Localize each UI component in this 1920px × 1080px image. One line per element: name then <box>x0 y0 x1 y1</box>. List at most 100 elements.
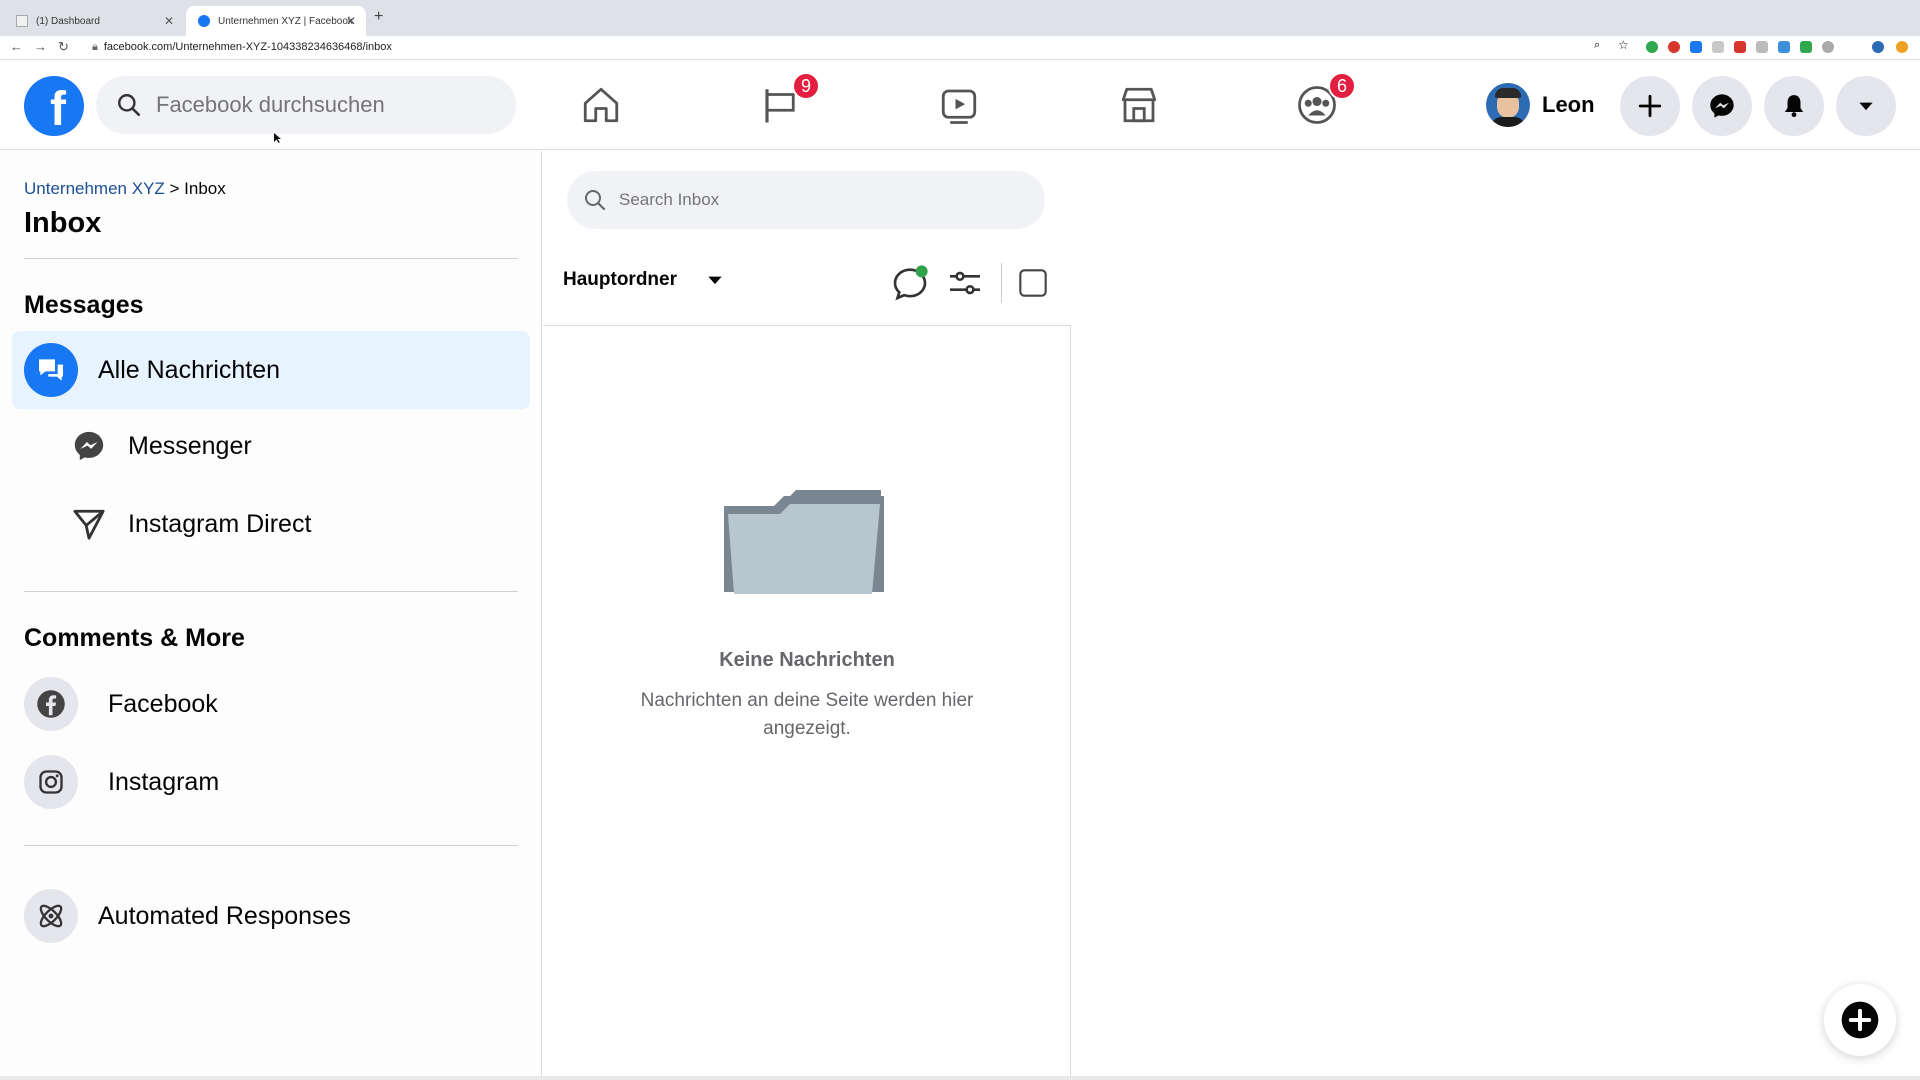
home-icon <box>583 87 619 123</box>
empty-state-description: Nachrichten an deine Seite werden hier a… <box>640 690 974 739</box>
facebook-logo[interactable]: f <box>24 76 84 136</box>
tab-label: (1) Dashboard <box>36 15 100 27</box>
empty-state-title: Keine Nachrichten <box>719 649 895 671</box>
browser-tab-facebook[interactable]: Unternehmen XYZ | Facebook ✕ <box>186 6 366 36</box>
search-icon <box>118 94 141 117</box>
extension-icon[interactable] <box>1690 41 1702 53</box>
account-menu-button[interactable] <box>1836 76 1896 136</box>
pages-badge: 9 <box>792 72 820 100</box>
create-button[interactable] <box>1620 76 1680 136</box>
sidebar-item-automated-responses[interactable]: Automated Responses <box>24 889 351 943</box>
extension-icon[interactable] <box>1734 41 1746 53</box>
dashboard-favicon-icon <box>16 15 28 27</box>
comments-heading: Comments & More <box>24 624 245 652</box>
bell-icon <box>1784 95 1804 118</box>
inbox-list-panel: Hauptordner Keine Nachrichten Nachrichte… <box>543 151 1071 1080</box>
inbox-search-input[interactable] <box>619 190 999 210</box>
divider <box>24 591 518 592</box>
extension-icon[interactable] <box>1756 41 1768 53</box>
sidebar-item-facebook[interactable]: Facebook <box>24 677 218 731</box>
close-icon[interactable]: ✕ <box>346 14 356 28</box>
messenger-icon <box>1710 94 1734 118</box>
profile-avatar-icon[interactable] <box>1872 41 1884 53</box>
bookmark-star-icon[interactable]: ☆ <box>1618 38 1630 52</box>
search-icon <box>585 190 606 211</box>
checkbox-icon <box>1019 269 1047 297</box>
inbox-search-box[interactable] <box>567 171 1045 229</box>
chat-bubbles-icon <box>24 343 78 397</box>
address-bar: ← → ↻ 🔒︎ facebook.com/Unternehmen-XYZ-104… <box>0 36 1920 60</box>
facebook-header: f 9 6 Leon <box>0 60 1920 150</box>
forward-icon[interactable]: → <box>34 39 47 54</box>
breadcrumb-current: Inbox <box>184 179 226 198</box>
url-field[interactable]: 🔒︎ facebook.com/Unternehmen-XYZ-104338234… <box>92 41 392 54</box>
sidebar-item-label: Alle Nachrichten <box>98 355 281 384</box>
facebook-search-input[interactable] <box>156 92 476 118</box>
filter-button[interactable] <box>945 263 985 308</box>
window-bottom-edge <box>0 1076 1920 1080</box>
sidebar-item-label: Instagram <box>108 767 220 796</box>
divider <box>543 325 1071 326</box>
chat-online-icon <box>893 265 928 301</box>
caret-down-icon <box>708 276 722 285</box>
tab-label: Unternehmen XYZ | Facebook <box>218 15 353 27</box>
plus-circle-icon <box>1841 1001 1879 1039</box>
marketplace-shop-icon <box>1121 87 1157 123</box>
url-text: facebook.com/Unternehmen-XYZ-10433823463… <box>103 41 392 53</box>
sidebar-item-instagram-direct[interactable]: Instagram Direct <box>72 497 311 551</box>
breadcrumb-page-link[interactable]: Unternehmen XYZ <box>24 179 165 198</box>
facebook-search-box[interactable] <box>96 76 516 134</box>
sidebar-item-all-messages[interactable]: Alle Nachrichten <box>12 331 530 409</box>
browser-tab-dashboard[interactable]: (1) Dashboard ✕ <box>4 6 184 36</box>
groups-nav-button[interactable]: 6 <box>1292 72 1356 130</box>
zoom-icon[interactable]: ⌕ <box>1594 39 1606 51</box>
home-nav-button[interactable] <box>576 80 626 130</box>
watch-nav-button[interactable] <box>934 80 984 130</box>
instagram-icon <box>24 755 78 809</box>
back-icon[interactable]: ← <box>10 39 23 54</box>
sidebar-item-instagram[interactable]: Instagram <box>24 755 219 809</box>
messenger-icon <box>74 431 104 461</box>
extension-icon[interactable] <box>1668 41 1680 53</box>
new-message-button[interactable] <box>1824 984 1896 1056</box>
chat-status-button[interactable] <box>890 263 930 308</box>
logo-letter: f <box>50 83 66 136</box>
pages-nav-button[interactable]: 9 <box>756 72 820 130</box>
sliders-filter-icon <box>950 271 980 295</box>
new-tab-icon[interactable]: + <box>374 8 383 26</box>
lock-icon: 🔒︎ <box>92 41 98 53</box>
paper-plane-icon <box>73 509 105 540</box>
extension-icon[interactable] <box>1712 41 1724 53</box>
notifications-button[interactable] <box>1764 76 1824 136</box>
inbox-sidebar: Unternehmen XYZ > Inbox Inbox Messages A… <box>0 151 542 1080</box>
sidebar-item-label: Instagram Direct <box>128 509 312 538</box>
extension-icon[interactable] <box>1778 41 1790 53</box>
reload-icon[interactable]: ↻ <box>58 39 69 55</box>
messages-heading: Messages <box>24 291 144 319</box>
marketplace-nav-button[interactable] <box>1114 80 1164 130</box>
page-title: Inbox <box>24 207 102 239</box>
extension-icon[interactable] <box>1822 41 1834 53</box>
mouse-cursor-icon <box>274 133 281 143</box>
folder-dropdown[interactable]: Hauptordner <box>563 269 725 291</box>
watch-video-icon <box>941 89 977 124</box>
extension-icon[interactable] <box>1646 41 1658 53</box>
conversation-panel <box>1071 151 1920 1080</box>
browser-tabbar: (1) Dashboard ✕ Unternehmen XYZ | Facebo… <box>0 0 1920 36</box>
close-icon[interactable]: ✕ <box>164 14 174 28</box>
folder-label: Hauptordner <box>563 269 677 290</box>
plus-icon <box>1638 94 1662 118</box>
divider <box>24 258 518 259</box>
profile-button[interactable]: Leon <box>1486 82 1595 128</box>
select-all-checkbox[interactable] <box>1017 267 1049 304</box>
sidebar-item-label: Messenger <box>128 431 252 460</box>
update-icon[interactable] <box>1896 41 1908 53</box>
automation-atom-icon <box>24 889 78 943</box>
facebook-favicon-icon <box>198 15 210 27</box>
extension-icon[interactable] <box>1800 41 1812 53</box>
facebook-icon <box>24 677 78 731</box>
messenger-button[interactable] <box>1692 76 1752 136</box>
caret-down-icon <box>1859 102 1873 111</box>
toolbar-divider <box>1001 263 1002 303</box>
sidebar-item-messenger[interactable]: Messenger <box>72 419 252 473</box>
